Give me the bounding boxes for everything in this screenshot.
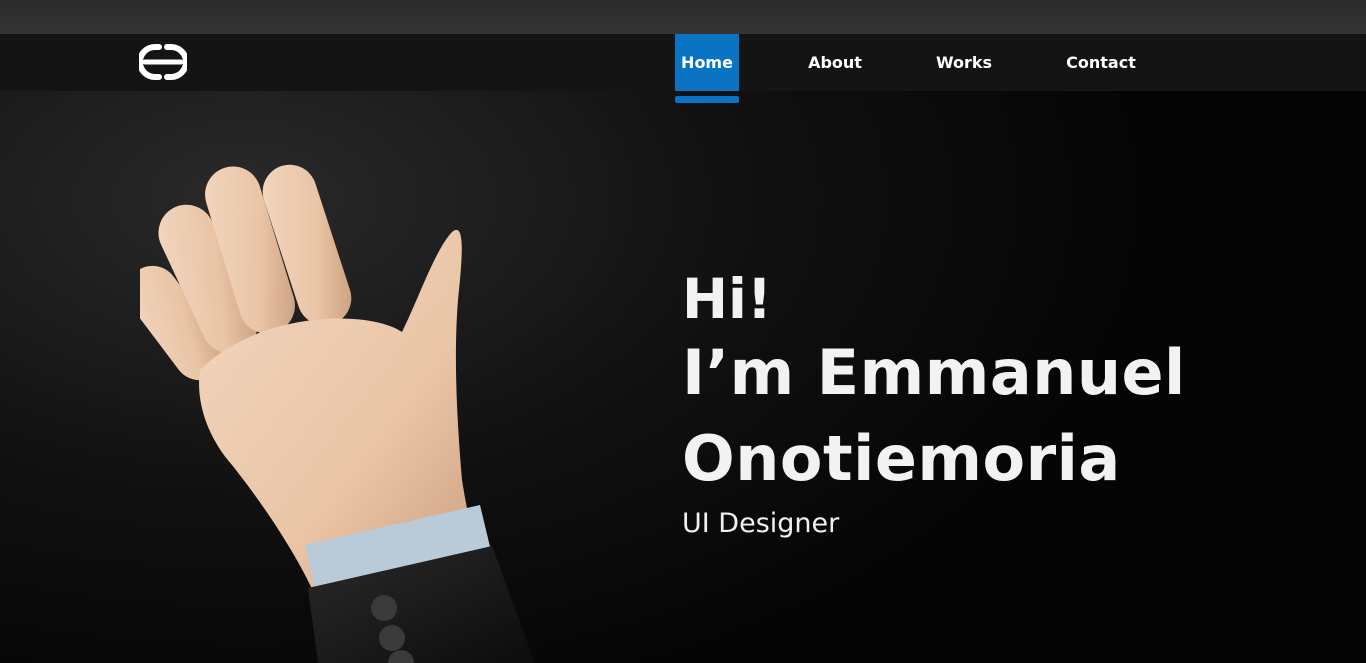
waving-hand-icon (140, 164, 535, 663)
top-band (0, 0, 1366, 34)
hero-role: UI Designer (682, 508, 840, 539)
active-nav-indicator (675, 96, 739, 103)
hero-greeting: Hi! (682, 267, 772, 331)
hero-name-first: I’m Emmanuel (682, 336, 1186, 409)
hero-text: Hi! I’m Emmanuel Onotiemoria UI Designer (682, 268, 1342, 539)
nav-about[interactable]: About (800, 34, 870, 91)
nav-works[interactable]: Works (930, 34, 998, 91)
nav-home[interactable]: Home (675, 34, 739, 91)
nav-contact[interactable]: Contact (1060, 34, 1142, 91)
hero-name-last: Onotiemoria (682, 422, 1121, 495)
logo-icon[interactable] (139, 44, 187, 80)
